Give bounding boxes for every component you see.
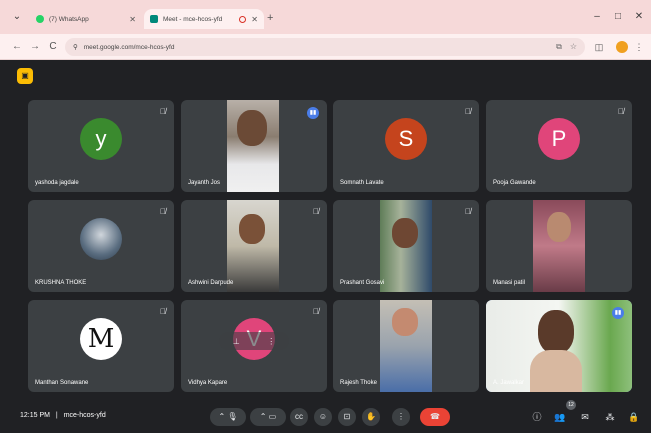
participant-video <box>380 300 432 392</box>
participant-name: A. Jawalkar <box>493 380 525 386</box>
participant-tile[interactable]: 🎙̸ Prashant Gosavi <box>333 200 479 292</box>
close-window-button[interactable]: ✕ <box>632 11 646 23</box>
participant-video <box>380 200 432 292</box>
present-screen-button[interactable]: ⊡ <box>338 408 356 426</box>
leave-call-button[interactable]: ☎ <box>420 408 450 426</box>
captions-button[interactable]: cc <box>290 408 308 426</box>
tab-title: Meet - mce-hcos-yfd <box>163 15 223 23</box>
participant-name: yashoda jagdale <box>35 180 79 186</box>
tab-whatsapp[interactable]: (7) WhatsApp ✕ <box>30 9 142 29</box>
avatar: S <box>385 117 427 160</box>
mic-off-icon: 🎙̸ <box>313 207 319 216</box>
minimize-button[interactable]: – <box>590 11 604 23</box>
participant-name: Pooja Gawande <box>493 180 536 186</box>
host-controls-lock-icon[interactable]: 🔒 <box>627 410 641 424</box>
self-view-tile[interactable]: ▮▮ A. Jawalkar <box>486 300 632 392</box>
browser-tab-bar: ⌄ (7) WhatsApp ✕ Meet - mce-hcos-yfd ✕ +… <box>0 0 651 34</box>
participant-tile[interactable]: 🎙̸ V ⊥ ⋮ Vidhya Kapare <box>181 300 327 392</box>
participant-tile[interactable]: Manasi patil <box>486 200 632 292</box>
avatar <box>80 217 122 260</box>
reload-icon[interactable]: C <box>46 40 60 54</box>
bookmark-star-icon[interactable]: ☆ <box>570 42 577 52</box>
raise-hand-button[interactable]: ✋ <box>362 408 380 426</box>
mic-off-icon: 🎙̸ <box>313 307 319 316</box>
clock-time: 12:15 PM <box>20 412 50 419</box>
participant-name: Manthan Sonawane <box>35 380 89 386</box>
maximize-button[interactable]: □ <box>611 11 625 23</box>
participant-name: Rajesh Thoke <box>340 380 377 386</box>
mic-off-icon: 🎙̸ <box>160 307 166 316</box>
participant-name: Prashant Gosavi <box>340 280 385 286</box>
meet-favicon-icon <box>150 15 158 23</box>
speaking-indicator-icon: ▮▮ <box>307 107 319 119</box>
participant-tile[interactable]: 🎙̸ KRUSHNA THOKE <box>28 200 174 292</box>
participant-tile[interactable]: 🎙̸ P Pooja Gawande <box>486 100 632 192</box>
mic-off-icon: 🎙̸ <box>465 107 471 116</box>
participant-name: Jayanth Jos <box>188 180 221 186</box>
cast-icon[interactable]: ⧉ <box>556 42 562 52</box>
people-icon[interactable]: 👥 <box>553 410 567 424</box>
profile-avatar[interactable] <box>616 41 628 53</box>
participant-video <box>533 200 585 292</box>
emoji-reaction-button[interactable]: ☺ <box>314 408 332 426</box>
pin-icon[interactable]: ⊥ <box>233 337 240 346</box>
activities-icon[interactable]: ⁂ <box>603 410 617 424</box>
separator: | <box>55 412 58 419</box>
participant-tile[interactable]: 🎙̸ S Somnath Lavate <box>333 100 479 192</box>
more-options-button[interactable]: ⋮ <box>392 408 410 426</box>
mic-off-icon: 🎙̸ <box>160 207 166 216</box>
close-tab-icon[interactable]: ✕ <box>129 15 136 24</box>
mic-off-icon: 🎙̸ <box>465 207 471 216</box>
more-options-icon[interactable]: ⋮ <box>267 337 275 346</box>
participant-name: Vidhya Kapare <box>188 380 228 386</box>
close-tab-icon[interactable]: ✕ <box>251 15 258 24</box>
tab-title: (7) WhatsApp <box>49 15 89 23</box>
new-tab-button[interactable]: + <box>267 12 273 24</box>
meet-stage: ▣ 🎙̸ y yashoda jagdale ▮▮ Jayanth Jos 🎙̸… <box>0 60 651 433</box>
meeting-code: mce-hcos-yfd <box>63 412 106 419</box>
meeting-info-icon[interactable]: ⓘ <box>530 410 544 424</box>
participant-tile[interactable]: 🎙̸ y yashoda jagdale <box>28 100 174 192</box>
whatsapp-favicon-icon <box>36 15 44 23</box>
meet-control-bar: 12:15 PM | mce-hcos-yfd ⌃ 🎙 ⌃ ▭ cc ☺ ⊡ ✋… <box>0 400 651 433</box>
site-info-icon[interactable]: ⚲ <box>73 43 78 51</box>
mic-off-icon: 🎙̸ <box>160 107 166 116</box>
url-bar[interactable]: ⚲ meet.google.com/mce-hcos-yfd ⧉ ☆ <box>65 38 585 56</box>
participant-tile[interactable]: ▮▮ Jayanth Jos <box>181 100 327 192</box>
tab-meet[interactable]: Meet - mce-hcos-yfd ✕ <box>144 9 264 29</box>
mic-toggle-button[interactable]: ⌃ 🎙 <box>210 408 246 426</box>
participant-tile[interactable]: 🎙̸ M Manthan Sonawane <box>28 300 174 392</box>
participant-count-badge: 12 <box>566 400 576 410</box>
back-arrow-icon[interactable]: ← <box>10 40 24 54</box>
participant-video <box>227 100 279 192</box>
extensions-icon[interactable]: ◫ <box>592 40 606 54</box>
avatar: M <box>80 317 122 360</box>
forward-arrow-icon[interactable]: → <box>28 40 42 54</box>
participant-name: KRUSHNA THOKE <box>35 280 87 286</box>
speaking-indicator-icon: ▮▮ <box>612 307 624 319</box>
meeting-details-icon[interactable]: ▣ <box>17 68 33 84</box>
participant-name: Somnath Lavate <box>340 180 384 186</box>
participant-name: Ashwini Darpude <box>188 280 234 286</box>
mic-off-icon: 🎙̸ <box>618 107 624 116</box>
participant-video <box>227 200 279 292</box>
avatar: y <box>80 117 122 160</box>
tab-search-icon[interactable]: ⌄ <box>10 11 24 23</box>
url-text: meet.google.com/mce-hcos-yfd <box>83 43 175 51</box>
participant-name: Manasi patil <box>493 280 526 286</box>
self-video <box>486 300 632 392</box>
recording-indicator-icon <box>239 15 247 23</box>
avatar: P <box>538 117 580 160</box>
participant-tile[interactable]: Rajesh Thoke <box>333 300 479 392</box>
chat-icon[interactable]: ✉ <box>578 410 592 424</box>
menu-kebab-icon[interactable]: ⋮ <box>632 40 646 54</box>
camera-toggle-button[interactable]: ⌃ ▭ <box>250 408 286 426</box>
address-toolbar: ← → C ⚲ meet.google.com/mce-hcos-yfd ⧉ ☆… <box>0 34 651 60</box>
meeting-time-and-code: 12:15 PM | mce-hcos-yfd <box>20 412 106 419</box>
tile-hover-controls[interactable]: ⊥ ⋮ <box>219 332 289 350</box>
participant-tile[interactable]: 🎙̸ Ashwini Darpude <box>181 200 327 292</box>
